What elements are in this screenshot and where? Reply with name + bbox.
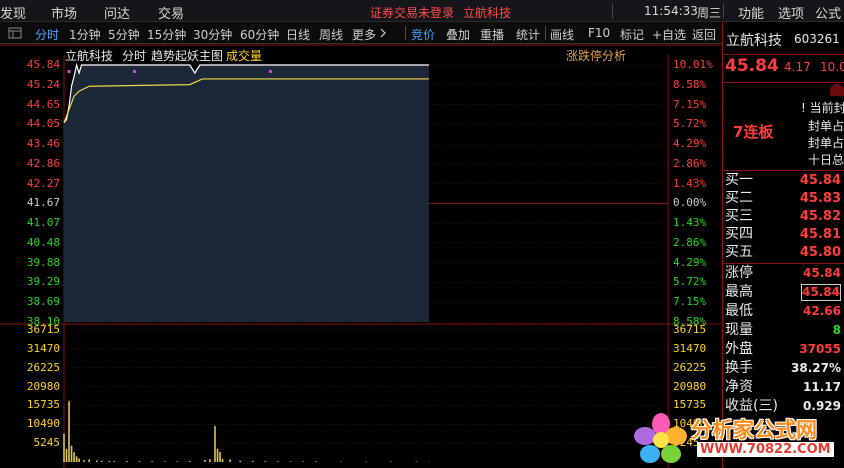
bid-label: 买四 <box>725 226 753 242</box>
stat-value: 45.84 <box>803 266 841 280</box>
stat-label: 现量 <box>725 322 753 338</box>
price-tick-label: 39.88 <box>26 255 60 269</box>
bid-price[interactable]: 45.83 <box>799 190 841 207</box>
quote-panel: 立航科技 603261 45.84 4.17 10.0 7连板 ! 当前封 封单… <box>722 22 844 468</box>
stat-value: 42.66 <box>803 304 841 318</box>
price-change: 4.17 <box>784 60 811 74</box>
percent-tick-label: 1.43% <box>673 176 707 190</box>
percent-tick-label: 2.86% <box>673 235 707 249</box>
price-tick-label: 42.27 <box>26 176 60 190</box>
volume-tick-label: 15735 <box>26 398 60 412</box>
quote-stock-name: 立航科技 <box>726 33 782 49</box>
price-tick-label: 38.69 <box>26 295 60 309</box>
price-tick-label: 44.65 <box>26 97 60 111</box>
volume-tick-label: 10490 <box>26 417 60 431</box>
signal-marker <box>67 70 71 73</box>
signal-marker <box>132 70 136 73</box>
intraday-chart[interactable] <box>0 0 722 468</box>
watermark-site-name: 分析家公式网 <box>691 418 817 442</box>
volume-tick-label: 36715 <box>26 323 60 336</box>
stat-value: 8 <box>832 323 841 337</box>
percent-tick-label: 4.29% <box>673 255 707 269</box>
collapse-icon[interactable] <box>830 84 844 96</box>
watermark-url: WWW.70822.COM <box>697 442 834 457</box>
note-seal-ratio-2: 封单占 <box>808 136 844 150</box>
stat-label: 涨停 <box>725 265 753 281</box>
percent-tick-label: 8.58% <box>673 77 707 91</box>
stat-label: 换手 <box>725 360 753 376</box>
stat-value: 37055 <box>799 342 841 356</box>
percent-tick-label: 7.15% <box>673 97 707 111</box>
stat-value: 45.84 <box>801 284 841 301</box>
note-current-seal: ! 当前封 <box>801 99 844 116</box>
volume-tick-label: 36715 <box>673 323 707 336</box>
volume-tick-label: 31470 <box>673 341 707 355</box>
percent-tick-label: 10.01% <box>673 58 713 71</box>
stat-label: 外盘 <box>725 341 753 357</box>
signal-marker <box>268 70 272 73</box>
watermark: 分析家公式网 WWW.70822.COM <box>631 410 844 468</box>
note-ten-day: 十日总 <box>808 153 844 167</box>
price-tick-label: 45.24 <box>26 77 60 91</box>
price-tick-label: 41.07 <box>26 216 60 230</box>
stat-value: 11.17 <box>803 380 841 394</box>
divider <box>723 82 844 83</box>
price-tick-label: 45.84 <box>26 58 60 71</box>
bid-label: 买三 <box>725 208 753 224</box>
price-tick-label: 44.05 <box>26 117 60 131</box>
stat-label: 最低 <box>725 303 753 319</box>
percent-tick-label: 0.00% <box>673 196 707 210</box>
percent-tick-label: 5.72% <box>673 275 707 289</box>
menu-function[interactable]: 功能 <box>738 3 764 22</box>
volume-tick-label: 5245 <box>33 436 61 450</box>
stat-value: 38.27% <box>791 361 841 375</box>
quote-stock-code: 603261 <box>794 32 840 46</box>
exclamation-icon: ! <box>801 101 806 115</box>
bid-label: 买一 <box>725 172 753 188</box>
price-area-fill <box>64 65 429 322</box>
price-change-pct: 10.0 <box>820 60 844 74</box>
divider <box>723 54 844 55</box>
volume-tick-label: 20980 <box>26 379 60 393</box>
stat-label: 净资 <box>725 379 753 395</box>
bid-price[interactable]: 45.81 <box>799 226 841 243</box>
bid-price[interactable]: 45.80 <box>799 244 841 261</box>
price-tick-label: 39.29 <box>26 275 60 289</box>
percent-tick-label: 7.15% <box>673 295 707 309</box>
price-tick-label: 40.48 <box>26 235 60 249</box>
note-text: 当前封 <box>809 101 844 115</box>
percent-tick-label: 2.86% <box>673 156 707 170</box>
price-tick-label: 43.46 <box>26 137 60 151</box>
divider <box>723 263 844 264</box>
bid-label: 买五 <box>725 244 753 260</box>
percent-tick-label: 5.72% <box>673 117 707 131</box>
bid-label: 买二 <box>725 190 753 206</box>
volume-tick-label: 26225 <box>26 360 60 374</box>
percent-tick-label: 1.43% <box>673 216 707 230</box>
menu-options[interactable]: 选项 <box>778 3 804 22</box>
streak-badge: 7连板 <box>733 123 774 141</box>
volume-tick-label: 31470 <box>26 341 60 355</box>
divider <box>723 3 724 19</box>
bid-price[interactable]: 45.82 <box>799 208 841 225</box>
menu-formula[interactable]: 公式 <box>815 3 841 22</box>
note-seal-ratio-1: 封单占 <box>808 119 844 133</box>
divider <box>723 170 844 171</box>
price-tick-label: 41.67 <box>26 196 60 210</box>
last-price: 45.84 <box>725 56 779 76</box>
percent-tick-label: 4.29% <box>673 137 707 151</box>
volume-tick-label: 20980 <box>673 379 707 393</box>
flower-logo-icon <box>634 413 687 463</box>
price-tick-label: 42.86 <box>26 156 60 170</box>
bid-price[interactable]: 45.84 <box>799 172 841 189</box>
stat-label: 最高 <box>725 284 753 300</box>
volume-tick-label: 26225 <box>673 360 707 374</box>
